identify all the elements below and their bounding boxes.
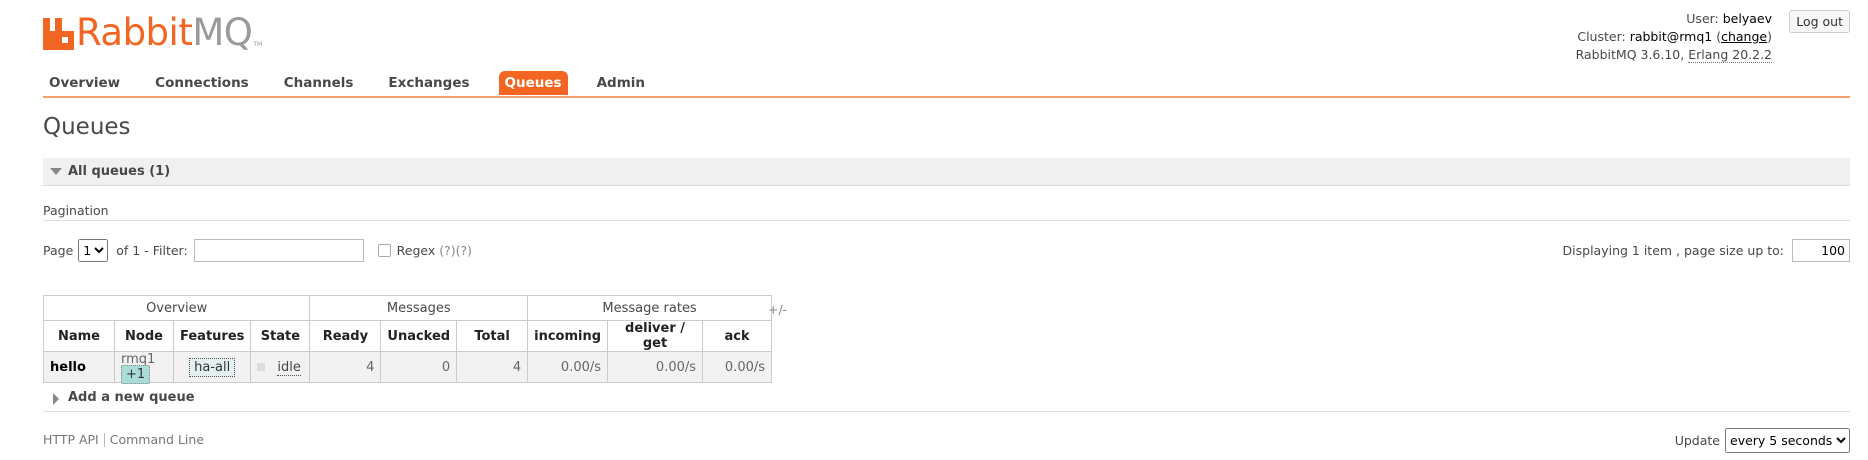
change-cluster-link[interactable]: change <box>1721 29 1767 44</box>
tab-queues[interactable]: Queues <box>498 71 568 95</box>
logo-text-mq: MQ <box>192 11 253 54</box>
tab-underline <box>43 96 1850 98</box>
filter-input[interactable] <box>193 239 364 262</box>
rabbitmq-logo-mark-icon <box>43 18 74 50</box>
pagination-controls: Page 1 of 1 - Filter: Regex (?)(?) <box>43 239 472 262</box>
user-label: User: <box>1686 11 1719 26</box>
queue-state: idle <box>277 359 301 376</box>
add-queue-label: Add a new queue <box>68 390 195 405</box>
footer-links: HTTP API Command Line <box>43 432 204 447</box>
logo-text-rabbit: Rabbit <box>76 11 193 54</box>
columns-toggle-link[interactable]: +/- <box>768 302 787 317</box>
queue-unacked: 0 <box>380 351 458 383</box>
cluster-label: Cluster: <box>1577 29 1626 44</box>
add-queue-divider <box>43 411 1850 412</box>
queue-ready: 4 <box>309 351 382 383</box>
footer-separator <box>103 432 105 447</box>
column-header-features[interactable]: Features <box>172 320 252 352</box>
group-header-overview: Overview <box>42 295 311 321</box>
update-label: Update <box>1674 433 1720 448</box>
column-header-ack[interactable]: ack <box>702 320 773 352</box>
cluster-value: rabbit@rmq1 <box>1629 29 1713 44</box>
update-controls: Update every 5 seconds <box>1675 428 1850 453</box>
queues-table: Overview Messages Message rates Name Nod… <box>42 295 773 384</box>
column-header-ready[interactable]: Ready <box>309 320 382 352</box>
http-api-link[interactable]: HTTP API <box>43 432 99 447</box>
expand-triangle-icon <box>53 393 59 405</box>
all-queues-label: All queues (1) <box>68 164 171 179</box>
page-size-input[interactable] <box>1792 239 1850 262</box>
tab-overview[interactable]: Overview <box>43 71 126 95</box>
column-header-node[interactable]: Node <box>114 320 174 352</box>
user-value: belyaev <box>1722 11 1772 26</box>
all-queues-section-toggle[interactable]: All queues (1) <box>43 158 1850 186</box>
queue-node-cell: rmq1 +1 <box>114 351 174 384</box>
page-of-label: of 1 <box>116 243 141 258</box>
update-interval-select[interactable]: every 5 seconds <box>1725 428 1850 453</box>
erlang-version: Erlang 20.2.2 <box>1688 47 1772 63</box>
logo-tm: TM <box>253 41 263 48</box>
pagination-heading: Pagination <box>43 203 109 218</box>
feature-badge: ha-all <box>189 357 236 377</box>
queue-state-cell: idle <box>250 351 311 383</box>
page-select[interactable]: 1 <box>78 239 109 262</box>
queue-incoming-rate: 0.00/s <box>527 351 609 383</box>
node-mirror-badge: +1 <box>121 365 151 384</box>
version-text: RabbitMQ 3.6.10, <box>1575 47 1685 62</box>
command-line-link[interactable]: Command Line <box>110 432 204 447</box>
page-size-controls: Displaying 1 item , page size up to: <box>1563 239 1850 262</box>
regex-checkbox[interactable] <box>377 244 391 257</box>
tab-connections[interactable]: Connections <box>149 71 255 95</box>
column-header-incoming[interactable]: incoming <box>527 320 609 352</box>
regex-label: Regex <box>396 243 436 258</box>
column-header-name[interactable]: Name <box>43 320 115 352</box>
page-title: Queues <box>43 114 131 140</box>
queue-deliver-get-rate: 0.00/s <box>607 351 704 383</box>
queue-features-cell: ha-all <box>172 351 252 383</box>
filter-label: - Filter: <box>144 243 188 258</box>
group-header-message-rates: Message rates <box>527 295 773 321</box>
user-info: User: belyaev Cluster: rabbit@rmq1 (chan… <box>1575 11 1772 63</box>
state-indicator-icon <box>257 362 266 371</box>
regex-help-links[interactable]: (?)(?) <box>439 243 472 258</box>
queue-name-link[interactable]: hello <box>43 351 115 383</box>
tab-channels[interactable]: Channels <box>278 71 360 95</box>
column-header-deliver-get[interactable]: deliver / get <box>607 320 704 352</box>
column-header-state[interactable]: State <box>250 320 311 352</box>
group-header-messages: Messages <box>309 295 529 321</box>
logout-button[interactable]: Log out <box>1789 10 1850 33</box>
collapse-triangle-icon <box>50 168 62 175</box>
column-header-total[interactable]: Total <box>456 320 529 352</box>
table-row[interactable]: hello rmq1 +1 ha-all idle 4 0 4 0.00/s 0… <box>43 351 773 384</box>
queue-ack-rate: 0.00/s <box>702 351 773 383</box>
queue-total: 4 <box>456 351 529 383</box>
pagination-divider <box>43 220 1850 221</box>
tab-exchanges[interactable]: Exchanges <box>382 71 475 95</box>
displaying-text: Displaying 1 item , page size up to: <box>1562 243 1784 258</box>
column-header-unacked[interactable]: Unacked <box>380 320 458 352</box>
rabbitmq-logo: Rabbit MQ TM <box>43 11 263 54</box>
tab-admin[interactable]: Admin <box>591 71 651 95</box>
main-tabs: Overview Connections Channels Exchanges … <box>43 71 674 95</box>
page-label: Page <box>43 243 74 258</box>
